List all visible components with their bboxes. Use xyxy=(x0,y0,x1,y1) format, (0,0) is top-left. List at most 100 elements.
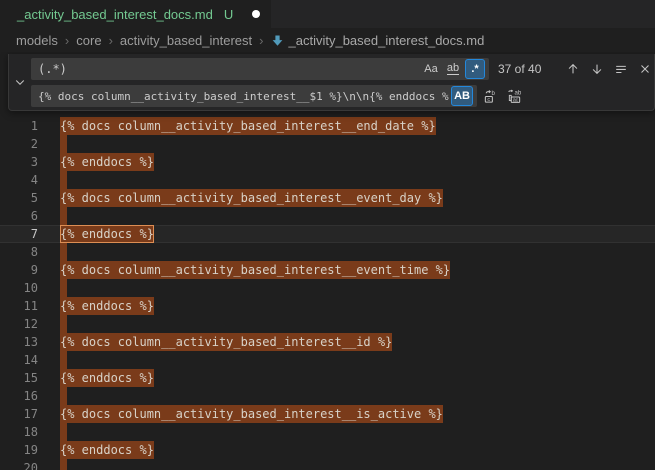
code-line[interactable]: 5{% docs column__activity_based_interest… xyxy=(0,189,655,207)
find-match-empty xyxy=(60,171,67,189)
find-input[interactable]: (.*) Aa ab .* xyxy=(31,58,489,80)
breadcrumb-item-core[interactable]: core xyxy=(76,33,101,48)
code-line[interactable]: 15{% enddocs %} xyxy=(0,369,655,387)
close-find-button[interactable] xyxy=(634,58,655,80)
line-number: 14 xyxy=(0,351,38,369)
replace-query: {% docs column__activity_based_interest_… xyxy=(38,90,449,103)
preserve-case-toggle[interactable]: AB xyxy=(451,86,473,106)
code-line[interactable]: 14 xyxy=(0,351,655,369)
close-icon xyxy=(638,62,652,76)
replace-row: {% docs column__activity_based_interest_… xyxy=(31,85,650,107)
previous-match-button[interactable] xyxy=(562,58,584,80)
find-match-empty xyxy=(60,135,67,153)
tab-title: _activity_based_interest_docs.md xyxy=(17,7,213,22)
find-match: {% enddocs %} xyxy=(60,441,154,459)
code-lines: 1 {% docs column__activity_based_interest… xyxy=(0,117,655,470)
line-number: 10 xyxy=(0,279,38,297)
line-number: 12 xyxy=(0,315,38,333)
line-number: 18 xyxy=(0,423,38,441)
replace-all-button[interactable]: ab ac xyxy=(503,85,525,107)
find-match-empty xyxy=(60,279,67,297)
toggle-replace-chevron[interactable] xyxy=(9,58,31,106)
line-content: {% enddocs %} xyxy=(38,369,655,387)
line-content xyxy=(38,387,655,405)
breadcrumb-item-file[interactable]: _activity_based_interest_docs.md xyxy=(271,33,485,48)
line-number: 6 xyxy=(0,207,38,225)
find-match-empty xyxy=(60,243,67,261)
replace-input[interactable]: {% docs column__activity_based_interest_… xyxy=(31,85,477,107)
code-line[interactable]: 1 {% docs column__activity_based_interest… xyxy=(0,117,655,135)
find-match: {% enddocs %} xyxy=(60,297,154,315)
find-match: {% docs column__activity_based_interest_… xyxy=(60,117,436,135)
line-content: {% docs column__activity_based_interest_… xyxy=(38,117,655,135)
svg-text:c: c xyxy=(487,97,490,103)
chevron-down-icon xyxy=(14,76,26,88)
find-in-selection-button[interactable] xyxy=(610,58,632,80)
line-content: {% docs column__activity_based_interest_… xyxy=(38,405,655,423)
match-case-toggle[interactable]: Aa xyxy=(421,59,441,79)
tab-active-file[interactable]: _activity_based_interest_docs.md U xyxy=(0,0,272,28)
editor-pane[interactable]: (.*) Aa ab .* 37 of 40 xyxy=(0,52,655,470)
code-line[interactable]: 4 xyxy=(0,171,655,189)
breadcrumb-separator: › xyxy=(259,33,263,48)
replace-icon: b c xyxy=(483,89,498,104)
next-match-button[interactable] xyxy=(586,58,608,80)
line-content: {% docs column__activity_based_interest_… xyxy=(38,189,655,207)
line-number: 1 xyxy=(0,117,38,135)
whole-word-toggle[interactable]: ab xyxy=(443,59,463,79)
code-line[interactable]: 11{% enddocs %} xyxy=(0,297,655,315)
code-line[interactable]: 9 {% docs column__activity_based_interest… xyxy=(0,261,655,279)
code-line[interactable]: 3{% enddocs %} xyxy=(0,153,655,171)
line-number: 16 xyxy=(0,387,38,405)
code-line[interactable]: 6 xyxy=(0,207,655,225)
regex-toggle[interactable]: .* xyxy=(465,59,485,79)
code-line[interactable]: 12 xyxy=(0,315,655,333)
arrow-up-icon xyxy=(566,62,580,76)
find-match-empty xyxy=(60,315,67,333)
line-number: 2 xyxy=(0,135,38,153)
unsaved-changes-dot[interactable] xyxy=(252,10,260,18)
code-line[interactable]: 13{% docs column__activity_based_interes… xyxy=(0,333,655,351)
find-query: (.*) xyxy=(38,62,419,76)
find-match-current: {% enddocs %} xyxy=(60,225,154,243)
line-content xyxy=(38,243,655,261)
line-content xyxy=(38,207,655,225)
git-status-badge: U xyxy=(224,7,233,22)
find-match: {% enddocs %} xyxy=(60,153,154,171)
line-number: 8 xyxy=(0,243,38,261)
find-match-empty xyxy=(60,351,67,369)
code-line[interactable]: 18 xyxy=(0,423,655,441)
find-replace-widget: (.*) Aa ab .* 37 of 40 xyxy=(8,54,655,111)
breadcrumb-separator: › xyxy=(109,33,113,48)
find-match-empty xyxy=(60,459,67,470)
line-content: {% docs column__activity_based_interest_… xyxy=(38,261,655,279)
line-number: 4 xyxy=(0,171,38,189)
line-number: 9 xyxy=(0,261,38,279)
svg-text:ac: ac xyxy=(512,97,518,103)
code-line[interactable]: 2 xyxy=(0,135,655,153)
line-content xyxy=(38,423,655,441)
code-line[interactable]: 19 {% enddocs %} xyxy=(0,441,655,459)
line-content xyxy=(38,171,655,189)
code-line[interactable]: 7 {% enddocs %} xyxy=(0,225,655,243)
match-count: 37 of 40 xyxy=(498,62,560,76)
find-match-empty xyxy=(60,387,67,405)
breadcrumb-item-models[interactable]: models xyxy=(16,33,58,48)
find-match-empty xyxy=(60,207,67,225)
line-content: {% docs column__activity_based_interest_… xyxy=(38,333,655,351)
markdown-down-arrow-icon xyxy=(271,34,284,47)
code-line[interactable]: 10 xyxy=(0,279,655,297)
code-line[interactable]: 20 xyxy=(0,459,655,470)
line-content xyxy=(38,135,655,153)
breadcrumb-item-activity_based_interest[interactable]: activity_based_interest xyxy=(120,33,252,48)
line-number: 7 xyxy=(0,225,38,243)
code-line[interactable]: 17{% docs column__activity_based_interes… xyxy=(0,405,655,423)
line-number: 19 xyxy=(0,441,38,459)
find-match: {% docs column__activity_based_interest_… xyxy=(60,261,450,279)
line-content xyxy=(38,459,655,470)
tab-bar: _activity_based_interest_docs.md U xyxy=(0,0,655,28)
replace-button[interactable]: b c xyxy=(479,85,501,107)
code-line[interactable]: 16 xyxy=(0,387,655,405)
code-line[interactable]: 8 xyxy=(0,243,655,261)
find-match: {% enddocs %} xyxy=(60,369,154,387)
